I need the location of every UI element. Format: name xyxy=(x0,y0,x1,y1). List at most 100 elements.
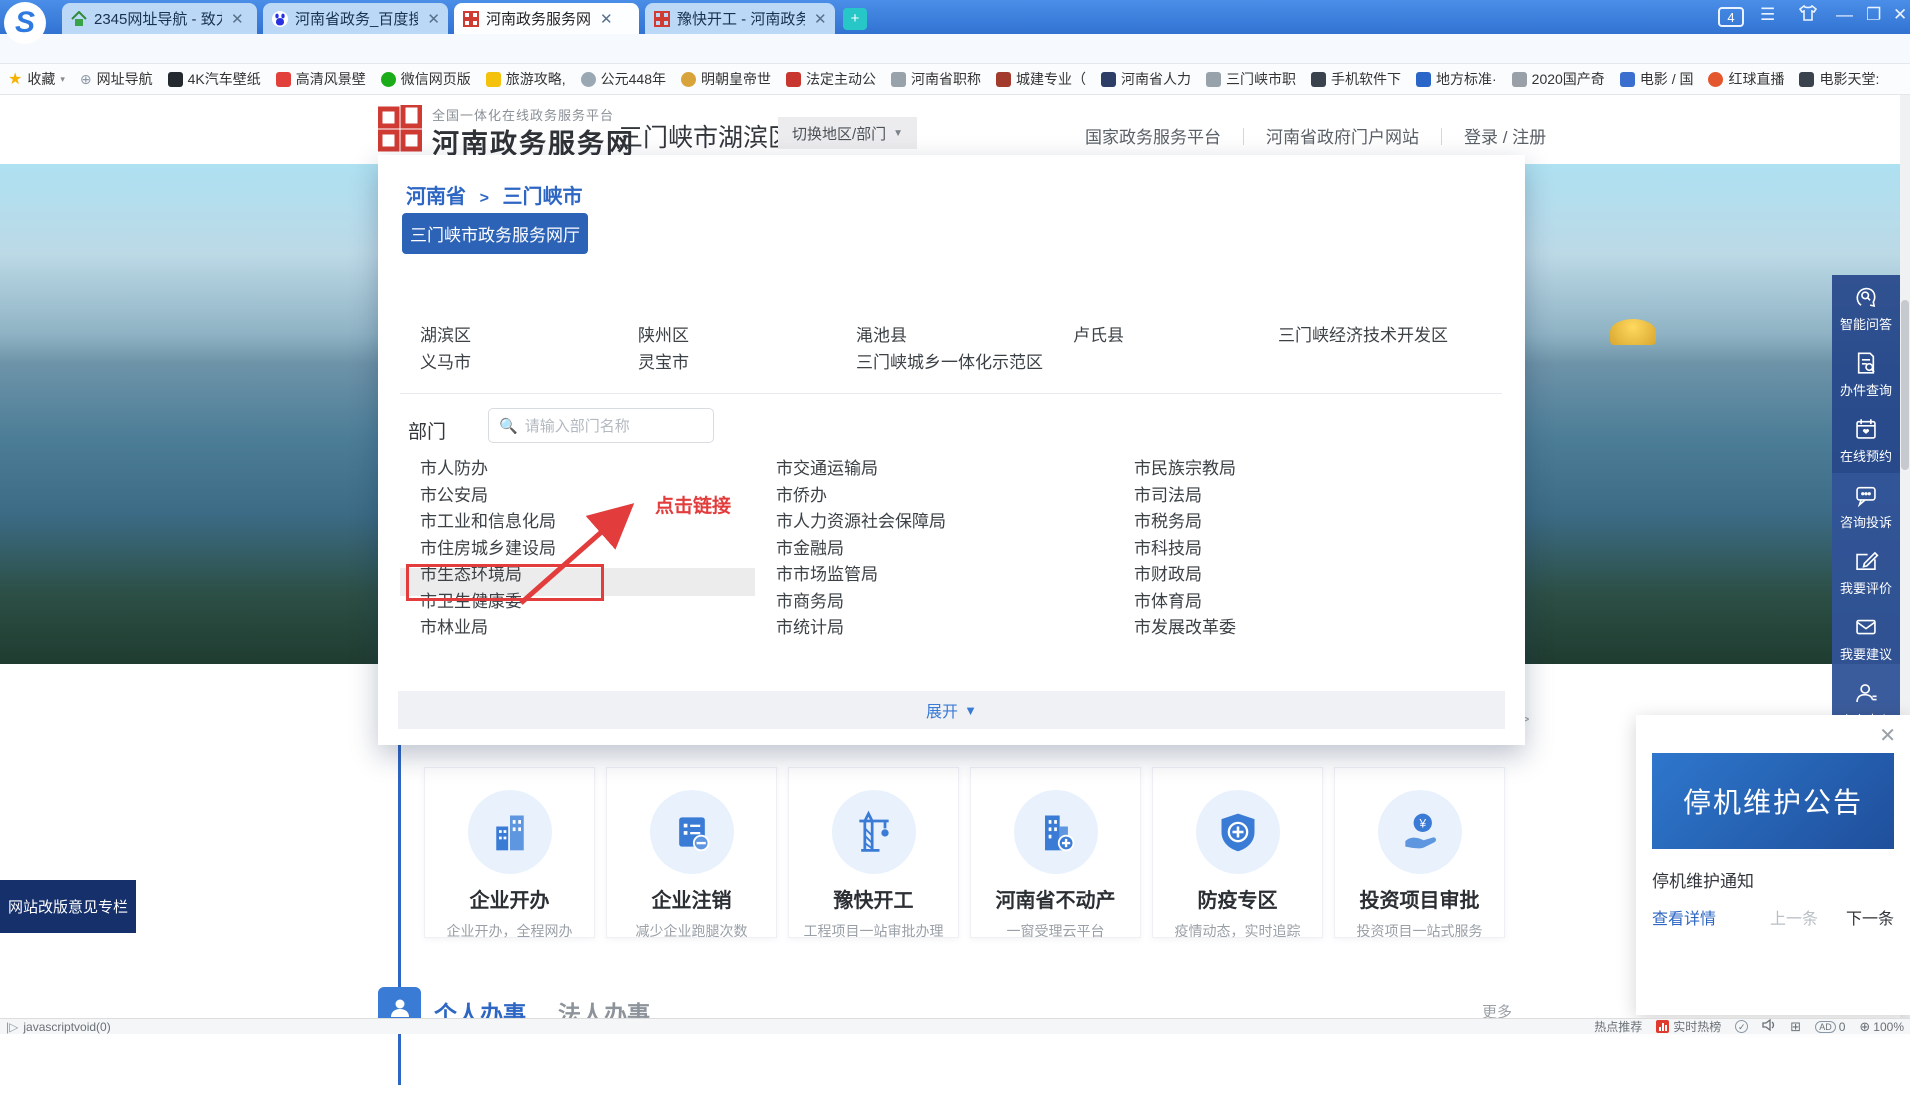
bookmark-item[interactable]: ⊕网址导航 xyxy=(80,69,153,89)
bookmark-item[interactable]: 地方标准· xyxy=(1416,69,1497,89)
link-henan-portal[interactable]: 河南省政府门户网站 xyxy=(1266,123,1419,148)
tab-baidu-search[interactable]: 河南省政务_百度搜索 ✕ xyxy=(263,3,448,34)
department-link[interactable]: 市商务局 xyxy=(776,589,1106,616)
bookmark-item[interactable]: 2020国产奇 xyxy=(1512,69,1605,89)
department-link[interactable]: 市税务局 xyxy=(1134,509,1464,536)
speaker-icon[interactable] xyxy=(1762,1019,1776,1034)
department-link[interactable]: 市林业局 xyxy=(420,615,750,642)
tab-yukaikaigong[interactable]: 豫快开工 - 河南政务服务 ✕ xyxy=(645,3,835,34)
bookmark-item[interactable]: 三门峡市职 xyxy=(1206,69,1296,89)
bookmark-item[interactable]: 手机软件下 xyxy=(1311,69,1401,89)
scrollbar-thumb[interactable] xyxy=(1901,300,1909,470)
menu-icon[interactable]: ☰ xyxy=(1760,5,1775,25)
service-card-qiyezhuxiao[interactable]: 企业注销 减少企业跑腿次数 xyxy=(606,767,777,938)
sogou-browser-logo[interactable]: S xyxy=(4,2,46,44)
department-link[interactable]: 市体育局 xyxy=(1134,589,1464,616)
tab-close-icon[interactable]: ✕ xyxy=(231,10,244,28)
sidebar-item-case-query[interactable]: 办件查询 xyxy=(1832,341,1900,407)
hot-recommend-link[interactable]: 热点推荐 xyxy=(1594,1018,1642,1035)
bookmark-item[interactable]: 红球直播 xyxy=(1708,69,1784,89)
department-link[interactable]: 市金融局 xyxy=(776,536,1106,563)
popup-notice-title[interactable]: 停机维护通知 xyxy=(1652,867,1754,892)
bookmark-item[interactable]: 4K汽车壁纸 xyxy=(168,69,261,89)
bookmark-item[interactable]: 公元448年 xyxy=(581,69,666,89)
bookmark-item[interactable]: 明朝皇帝世 xyxy=(681,69,771,89)
sidebar-item-rate[interactable]: 我要评价 xyxy=(1832,539,1900,605)
minimize-icon[interactable]: — xyxy=(1836,5,1853,25)
region-link[interactable]: 渑池县 xyxy=(856,321,907,346)
zoom-level[interactable]: ⊕ 100% xyxy=(1859,1019,1904,1035)
medkit-icon[interactable]: ⊞ xyxy=(1790,1019,1801,1035)
breadcrumb-city[interactable]: 三门峡市 xyxy=(502,186,582,208)
realtime-hotlist-link[interactable]: 实时热榜 xyxy=(1656,1018,1721,1035)
region-link[interactable]: 陕州区 xyxy=(638,321,689,346)
bookmark-item[interactable]: 河南省人力 xyxy=(1101,69,1191,89)
sidebar-item-online-booking[interactable]: 在线预约 xyxy=(1832,407,1900,473)
bookmark-favorites[interactable]: ★收藏▾ xyxy=(8,69,65,89)
check-status-icon[interactable]: ✓ xyxy=(1735,1020,1748,1033)
department-link[interactable]: 市侨办 xyxy=(776,483,1106,510)
region-link[interactable]: 三门峡城乡一体化示范区 xyxy=(856,348,1043,373)
region-link[interactable]: 义马市 xyxy=(420,348,471,373)
department-link[interactable]: 市统计局 xyxy=(776,615,1106,642)
popup-next-link[interactable]: 下一条 xyxy=(1846,905,1894,929)
tab-close-icon[interactable]: ✕ xyxy=(600,10,613,28)
service-card-yukuaikaigong[interactable]: 豫快开工 工程项目一站审批办理 xyxy=(788,767,959,938)
sidebar-item-consult-complaint[interactable]: 咨询投诉 xyxy=(1832,473,1900,539)
ad-blocker-status[interactable]: AD0 xyxy=(1815,1020,1845,1034)
bookmark-item[interactable]: 旅游攻略, xyxy=(486,69,566,89)
bookmark-item[interactable]: 微信网页版 xyxy=(381,69,471,89)
tab-close-icon[interactable]: ✕ xyxy=(814,10,827,28)
bookmark-item[interactable]: 高清风景壁 xyxy=(276,69,366,89)
region-link[interactable]: 卢氏县 xyxy=(1073,321,1124,346)
bookmark-item[interactable]: 电影天堂: xyxy=(1799,69,1879,89)
department-link[interactable]: 市发展改革委 xyxy=(1134,615,1464,642)
bookmark-item[interactable]: 城建专业（ xyxy=(996,69,1086,89)
bookmark-item[interactable]: 河南省职称 xyxy=(891,69,981,89)
tab-2345[interactable]: 2345网址导航 - 致力于打 ✕ xyxy=(62,3,257,34)
department-link[interactable]: 市民族宗教局 xyxy=(1134,456,1464,483)
sidebar-item-smart-qa[interactable]: 智能问答 xyxy=(1832,275,1900,341)
service-card-qiyekaiban[interactable]: 企业开办 企业开办，全程网办 xyxy=(424,767,595,938)
search-icon: 🔍 xyxy=(499,417,518,435)
hnzwfw-logo[interactable] xyxy=(378,105,422,153)
region-link[interactable]: 三门峡经济技术开发区 xyxy=(1278,321,1448,346)
breadcrumb-province[interactable]: 河南省 xyxy=(406,186,466,208)
tab-hnzwfw-active[interactable]: 河南政务服务网 ✕ xyxy=(454,3,639,34)
department-link[interactable]: 市科技局 xyxy=(1134,536,1464,563)
popup-prev-link[interactable]: 上一条 xyxy=(1770,905,1818,929)
region-link[interactable]: 灵宝市 xyxy=(638,348,689,373)
department-link[interactable]: 市人力资源社会保障局 xyxy=(776,509,1106,536)
link-login-register[interactable]: 登录 / 注册 xyxy=(1464,123,1546,148)
close-window-icon[interactable]: ✕ xyxy=(1893,5,1907,25)
chat-icon xyxy=(1853,482,1879,508)
department-link[interactable]: 市司法局 xyxy=(1134,483,1464,510)
region-link[interactable]: 湖滨区 xyxy=(420,321,471,346)
service-card-budongchan[interactable]: 河南省不动产 一窗受理云平台 xyxy=(970,767,1141,938)
skin-icon[interactable] xyxy=(1798,3,1818,28)
popup-close-icon[interactable]: ✕ xyxy=(1879,723,1896,748)
department-link[interactable]: 市财政局 xyxy=(1134,562,1464,589)
bookmark-item[interactable]: 法定主动公 xyxy=(786,69,876,89)
department-link[interactable]: 市交通运输局 xyxy=(776,456,1106,483)
site-feedback-ribbon[interactable]: 网站改版意见专栏 xyxy=(0,880,136,933)
tab-count-badge[interactable]: 4 xyxy=(1718,7,1744,27)
expand-button[interactable]: 展开▼ xyxy=(398,691,1505,729)
department-link[interactable]: 市市场监管局 xyxy=(776,562,1106,589)
card-title: 投资项目审批 xyxy=(1335,884,1504,913)
city-service-hall-button[interactable]: 三门峡市政务服务网厅 xyxy=(402,213,588,254)
switch-region-button[interactable]: 切换地区/部门▼ xyxy=(778,117,917,149)
popup-detail-link[interactable]: 查看详情 xyxy=(1652,905,1716,929)
service-card-touzishenpi[interactable]: ¥ 投资项目审批 投资项目一站式服务 xyxy=(1334,767,1505,938)
link-national-platform[interactable]: 国家政务服务平台 xyxy=(1085,123,1221,148)
department-search-input[interactable]: 🔍 请输入部门名称 xyxy=(488,408,714,443)
new-tab-button[interactable]: + xyxy=(843,8,867,30)
department-link[interactable]: 市人防办 xyxy=(420,456,750,483)
favicon xyxy=(581,72,596,87)
webpage-viewport: 全国一体化在线政务服务平台 河南政务服务网 三门峡市湖滨区 切换地区/部门▼ 国… xyxy=(0,95,1910,1018)
sidebar-item-suggest[interactable]: 我要建议 xyxy=(1832,605,1900,671)
service-card-fangyi[interactable]: 防疫专区 疫情动态，实时追踪 xyxy=(1152,767,1323,938)
maximize-icon[interactable]: ❐ xyxy=(1866,5,1881,25)
bookmark-item[interactable]: 电影 / 国 xyxy=(1620,69,1694,89)
tab-close-icon[interactable]: ✕ xyxy=(427,10,440,28)
